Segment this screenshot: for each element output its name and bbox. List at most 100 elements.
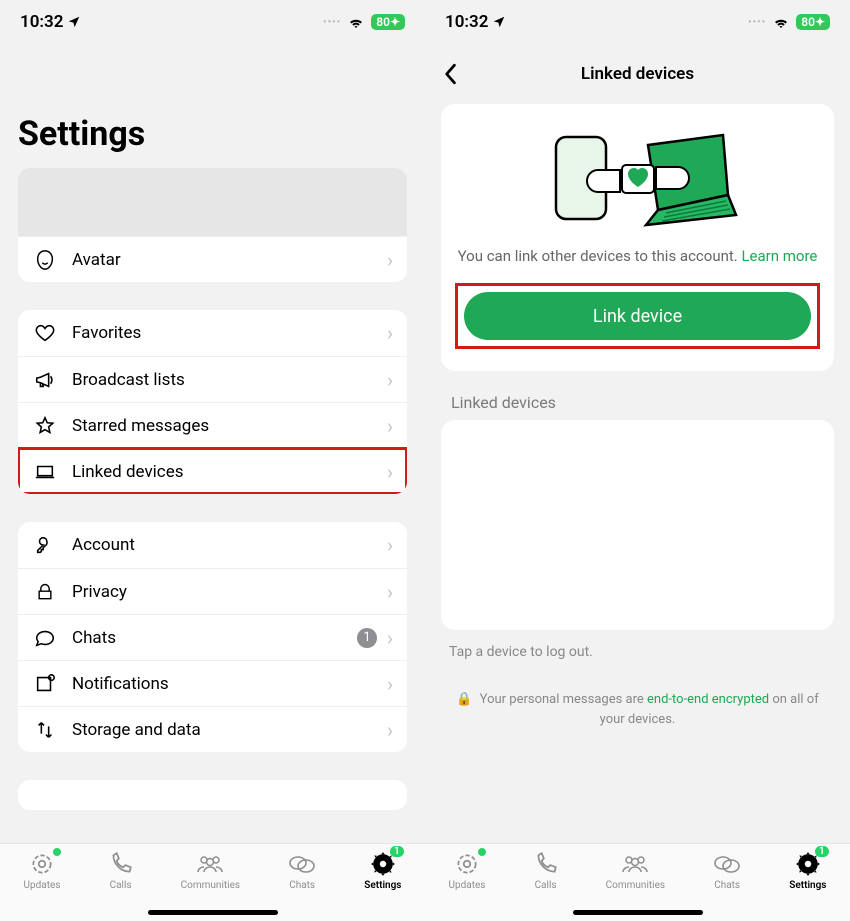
encryption-footer: 🔒 Your personal messages are end-to-end …: [455, 690, 820, 729]
linked-devices-row[interactable]: Linked devices ›: [18, 448, 407, 494]
nav-title: Linked devices: [581, 64, 694, 84]
tab-calls[interactable]: Calls: [108, 850, 134, 891]
row-label: Storage and data: [72, 720, 387, 740]
chevron-right-icon: ›: [387, 414, 393, 438]
chevron-right-icon: ›: [387, 321, 393, 345]
settings-group-4-partial: [18, 780, 407, 810]
chevron-right-icon: ›: [387, 533, 393, 557]
notification-square-icon: [32, 673, 58, 695]
settings-badge: 1: [390, 846, 404, 857]
chats-badge: 1: [357, 628, 377, 648]
battery-badge: 80✦: [371, 14, 405, 30]
account-row[interactable]: Account ›: [18, 522, 407, 568]
linked-devices-screen: 10:32 •••• 80✦ Linked devices: [425, 0, 850, 921]
profile-placeholder[interactable]: [18, 168, 407, 236]
settings-screen: 10:32 •••• 80✦ Settings Avatar ›: [0, 0, 425, 921]
back-button[interactable]: [441, 63, 459, 85]
lock-small-icon: 🔒: [456, 692, 472, 707]
home-indicator[interactable]: [148, 910, 278, 915]
chevron-right-icon: ›: [387, 248, 393, 272]
communities-icon: [620, 851, 650, 877]
tab-label: Calls: [110, 880, 132, 891]
row-label: Notifications: [72, 674, 387, 694]
phone-icon: [108, 851, 134, 877]
laptop-icon: [32, 461, 58, 483]
tab-chats[interactable]: Chats: [287, 850, 317, 891]
updates-icon: [29, 851, 55, 877]
chevron-right-icon: ›: [387, 672, 393, 696]
broadcast-row[interactable]: Broadcast lists ›: [18, 356, 407, 402]
status-bar: 10:32 •••• 80✦: [425, 0, 850, 44]
learn-more-link[interactable]: Learn more: [741, 247, 817, 265]
tab-communities[interactable]: Communities: [181, 850, 240, 891]
starred-row[interactable]: Starred messages ›: [18, 402, 407, 448]
phone-icon: [533, 851, 559, 877]
settings-group-3: Account › Privacy › Chats 1 ›: [18, 522, 407, 752]
row-label: Chats: [72, 628, 357, 648]
settings-badge: 1: [815, 846, 829, 857]
avatar-row[interactable]: Avatar ›: [18, 236, 407, 282]
tab-label: Communities: [181, 880, 240, 891]
star-icon: [32, 415, 58, 437]
cell-dots-icon: ••••: [748, 17, 766, 28]
chevron-right-icon: ›: [387, 718, 393, 742]
communities-icon: [195, 851, 225, 877]
row-label: Linked devices: [72, 462, 387, 482]
page-title: Settings: [18, 114, 407, 154]
updates-dot-icon: [478, 848, 486, 856]
tab-bar: Updates Calls Communities Chats 1 Settin…: [0, 843, 425, 921]
tab-label: Calls: [535, 880, 557, 891]
tab-bar: Updates Calls Communities Chats 1 Settin…: [425, 843, 850, 921]
wifi-icon: [772, 15, 790, 29]
status-bar: 10:32 •••• 80✦: [0, 0, 425, 44]
link-device-highlight: Link device: [455, 283, 820, 349]
status-time: 10:32: [445, 12, 488, 32]
tab-settings[interactable]: 1 Settings: [789, 850, 826, 891]
status-time: 10:32: [20, 12, 63, 32]
battery-badge: 80✦: [796, 14, 830, 30]
tab-settings[interactable]: 1 Settings: [364, 850, 401, 891]
tab-chats[interactable]: Chats: [712, 850, 742, 891]
settings-group-2: Favorites › Broadcast lists › Starred me…: [18, 310, 407, 494]
row-label: Avatar: [72, 250, 387, 270]
megaphone-icon: [32, 369, 58, 391]
row-label: Broadcast lists: [72, 370, 387, 390]
cell-dots-icon: ••••: [323, 17, 341, 28]
tab-updates[interactable]: Updates: [24, 850, 61, 891]
nav-header: Linked devices: [425, 50, 850, 98]
row-label: Account: [72, 535, 387, 555]
location-arrow-icon: [67, 15, 81, 29]
chevron-right-icon: ›: [387, 626, 393, 650]
chats-row[interactable]: Chats 1 ›: [18, 614, 407, 660]
chevron-right-icon: ›: [387, 460, 393, 484]
link-device-button[interactable]: Link device: [464, 292, 811, 340]
tab-label: Updates: [449, 880, 486, 891]
tab-updates[interactable]: Updates: [449, 850, 486, 891]
tab-calls[interactable]: Calls: [533, 850, 559, 891]
heart-icon: [32, 322, 58, 344]
chevron-right-icon: ›: [387, 368, 393, 392]
home-indicator[interactable]: [573, 910, 703, 915]
tab-label: Updates: [24, 880, 61, 891]
encryption-link[interactable]: end-to-end encrypted: [647, 692, 769, 707]
updates-icon: [454, 851, 480, 877]
section-label: Linked devices: [451, 393, 824, 412]
hero-text: You can link other devices to this accou…: [455, 246, 820, 267]
key-icon: [32, 534, 58, 556]
privacy-row[interactable]: Privacy ›: [18, 568, 407, 614]
tap-hint: Tap a device to log out.: [449, 644, 826, 660]
notifications-row[interactable]: Notifications ›: [18, 660, 407, 706]
linked-devices-list[interactable]: [441, 420, 834, 630]
devices-illustration-icon: [455, 122, 820, 232]
tab-communities[interactable]: Communities: [606, 850, 665, 891]
chats-icon: [712, 851, 742, 877]
hero-card: You can link other devices to this accou…: [441, 104, 834, 371]
profile-card: Avatar ›: [18, 168, 407, 282]
chevron-right-icon: ›: [387, 580, 393, 604]
arrows-updown-icon: [32, 719, 58, 741]
tab-label: Communities: [606, 880, 665, 891]
tab-label: Chats: [289, 880, 315, 891]
row-label: Favorites: [72, 323, 387, 343]
favorites-row[interactable]: Favorites ›: [18, 310, 407, 356]
storage-row[interactable]: Storage and data ›: [18, 706, 407, 752]
